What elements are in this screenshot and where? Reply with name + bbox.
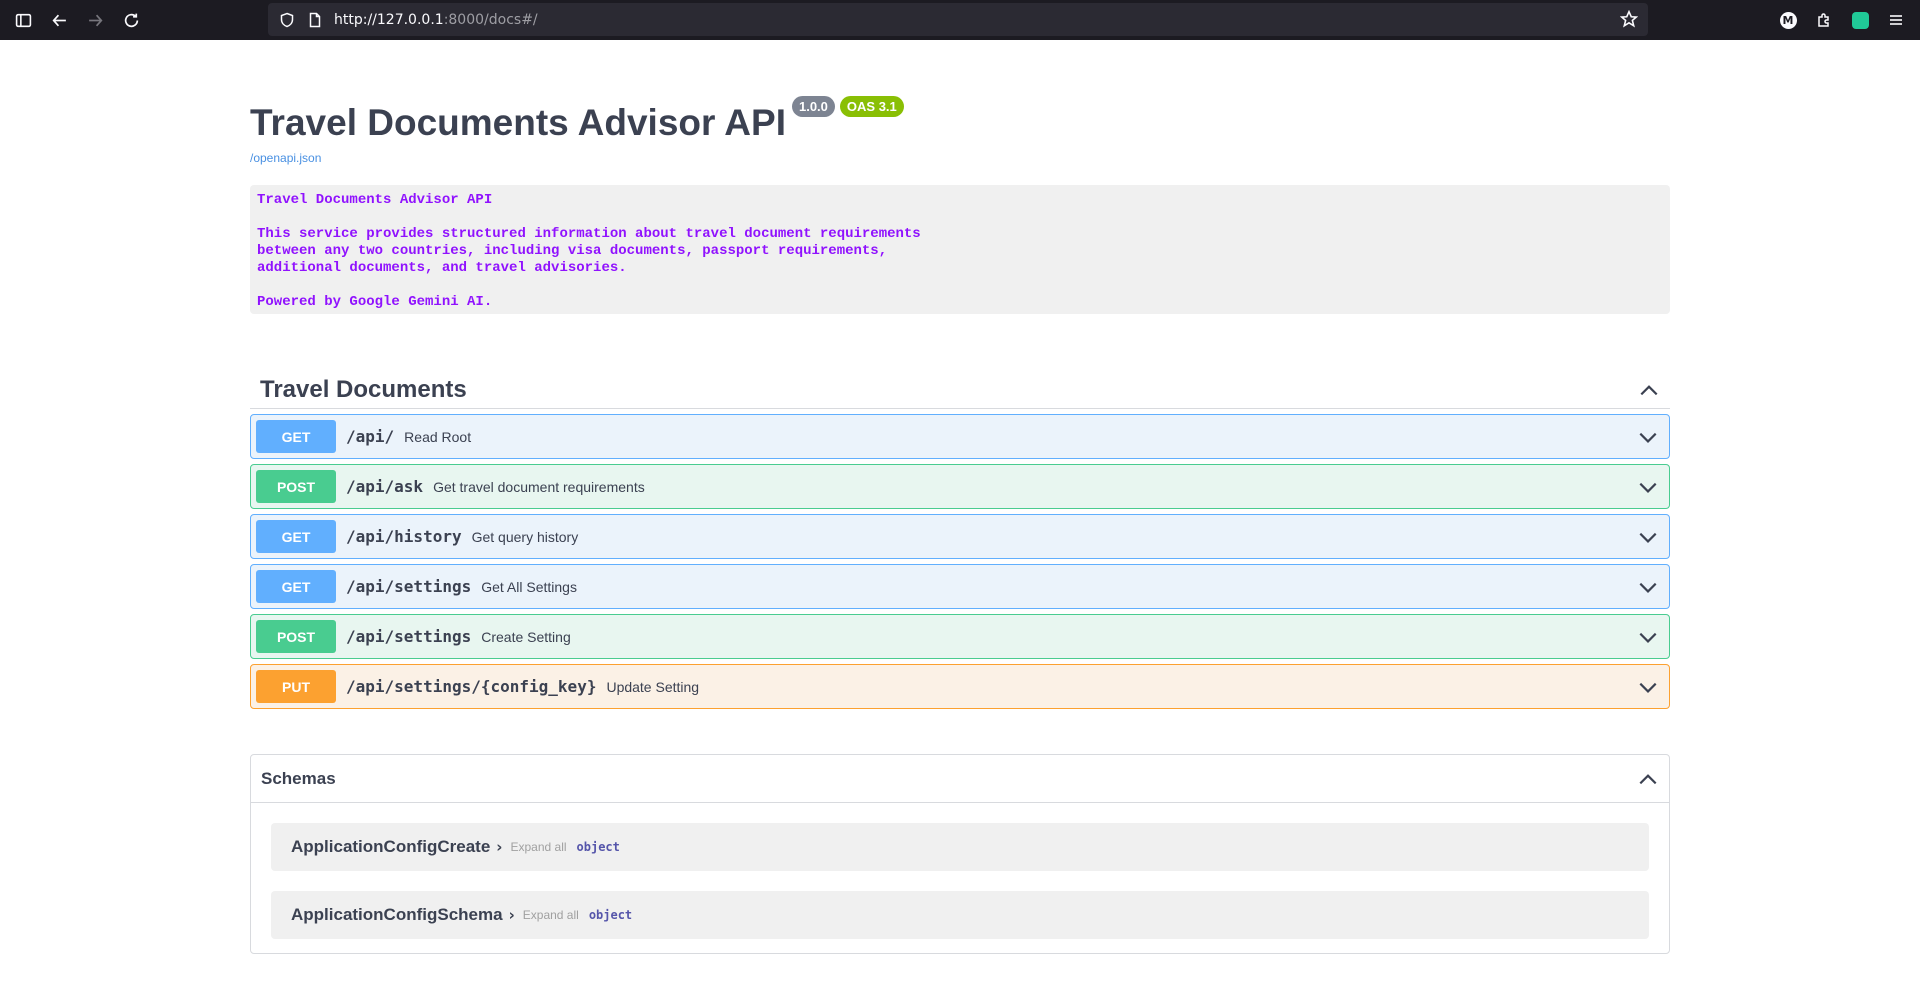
operation-summary: Get All Settings [481,578,577,595]
schema-name[interactable]: ApplicationConfigCreate [291,837,490,857]
schema-model[interactable]: ApplicationConfigCreate › Expand all obj… [271,823,1649,871]
schemas-header[interactable]: Schemas [251,755,1669,803]
openapi-json-link[interactable]: /openapi.json [250,151,1670,165]
chevron-down-icon[interactable] [1637,676,1659,698]
method-badge: POST [256,620,336,653]
browser-toolbar: http://127.0.0.1:8000/docs#/ M [0,0,1920,40]
operation-summary: Get query history [471,528,579,545]
schema-name[interactable]: ApplicationConfigSchema [291,905,503,925]
method-badge: GET [256,520,336,553]
version-badge: 1.0.0 [791,96,835,117]
profile-avatar-icon[interactable]: M [1770,2,1806,38]
operation-summary: Create Setting [481,628,571,645]
method-badge: PUT [256,670,336,703]
schemas-section: Schemas ApplicationConfigCreate › Expand… [250,754,1670,954]
method-badge: GET [256,420,336,453]
shield-icon[interactable] [278,11,296,29]
chevron-down-icon[interactable] [1637,426,1659,448]
tag-title: Travel Documents [260,375,467,403]
operation-put-api-settings-config-key[interactable]: PUT /api/settings/{config_key} Update Se… [250,664,1670,709]
url-bar[interactable]: http://127.0.0.1:8000/docs#/ [268,3,1648,36]
chevron-down-icon[interactable] [1637,576,1659,598]
operation-summary: Read Root [404,428,472,445]
extensions-icon[interactable] [1806,2,1842,38]
api-title: Travel Documents Advisor API [250,102,786,143]
schema-model[interactable]: ApplicationConfigSchema › Expand all obj… [271,891,1649,939]
schema-type: object [576,840,620,854]
chevron-up-icon[interactable] [1638,379,1660,401]
operation-path: /api/ask [346,477,424,496]
page-info-icon[interactable] [306,11,324,29]
operation-path: /api/history [346,527,462,546]
forward-icon[interactable] [77,2,113,38]
operation-path: /api/ [346,427,395,446]
chevron-down-icon[interactable] [1637,626,1659,648]
operation-summary: Update Setting [606,678,700,695]
url-text[interactable]: http://127.0.0.1:8000/docs#/ [334,12,538,28]
api-info: Travel Documents Advisor API 1.0.0 OAS 3… [250,40,1670,314]
operation-path: /api/settings [346,627,472,646]
operation-post-api-settings[interactable]: POST /api/settings Create Setting [250,614,1670,659]
chevron-down-icon[interactable] [1637,476,1659,498]
method-badge: POST [256,470,336,503]
chevron-right-icon[interactable]: › [496,838,502,856]
back-icon[interactable] [41,2,77,38]
expand-all-button[interactable]: Expand all [510,840,566,854]
operation-post-api-ask[interactable]: POST /api/ask Get travel document requir… [250,464,1670,509]
chevron-up-icon[interactable] [1637,768,1659,790]
reload-icon[interactable] [113,2,149,38]
tag-section: Travel Documents GET /api/ Read Root POS… [250,371,1670,709]
operation-get-api-history[interactable]: GET /api/history Get query history [250,514,1670,559]
menu-icon[interactable] [1878,2,1914,38]
api-description: Travel Documents Advisor API This servic… [250,185,1670,314]
schema-type: object [588,908,633,922]
sidebar-toggle-icon[interactable] [5,2,41,38]
swagger-page: Travel Documents Advisor API 1.0.0 OAS 3… [250,40,1670,954]
expand-all-button[interactable]: Expand all [523,908,579,922]
operation-summary: Get travel document requirements [433,478,645,495]
tag-header[interactable]: Travel Documents [250,371,1670,409]
chevron-down-icon[interactable] [1637,526,1659,548]
operation-get-api-root[interactable]: GET /api/ Read Root [250,414,1670,459]
operation-path: /api/settings [346,577,472,596]
operation-path: /api/settings/{config_key} [346,677,597,696]
chevron-right-icon[interactable]: › [509,906,515,924]
schemas-title: Schemas [261,768,336,788]
oas-badge: OAS 3.1 [839,96,904,117]
bookmark-star-icon[interactable] [1620,10,1638,28]
extension-app-icon[interactable] [1842,2,1878,38]
method-badge: GET [256,570,336,603]
operation-get-api-settings[interactable]: GET /api/settings Get All Settings [250,564,1670,609]
